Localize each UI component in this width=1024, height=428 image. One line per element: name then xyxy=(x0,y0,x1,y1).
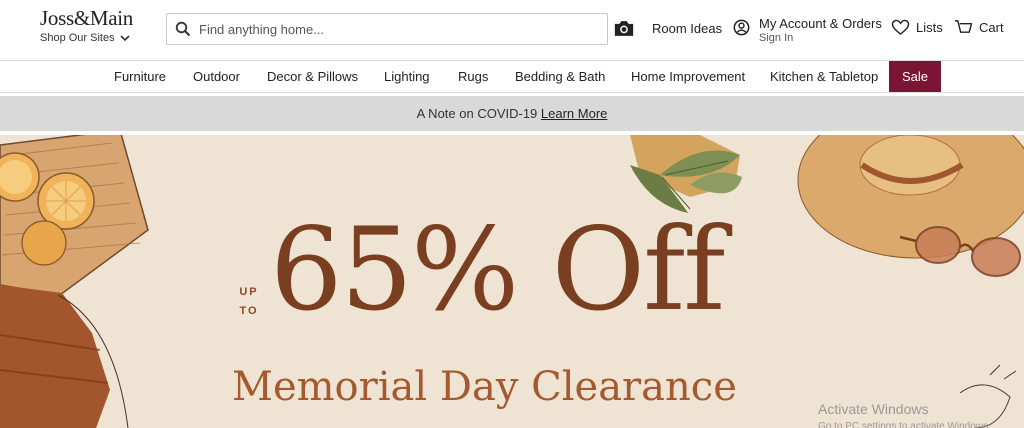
watermark-subtitle: Go to PC settings to activate Windows. xyxy=(818,421,991,428)
nav-sale[interactable]: Sale xyxy=(889,61,941,92)
shop-our-sites-menu[interactable]: Shop Our Sites xyxy=(40,32,130,44)
site-header: Joss&Main Shop Our Sites Room Ideas My A… xyxy=(0,0,1024,60)
up-to-label: UP TO xyxy=(234,283,264,321)
room-ideas-link[interactable]: Room Ideas xyxy=(652,21,722,36)
camera-icon[interactable] xyxy=(612,17,636,39)
nav-bedding-bath[interactable]: Bedding & Bath xyxy=(515,61,605,92)
nav-outdoor[interactable]: Outdoor xyxy=(193,61,240,92)
windows-watermark: Activate Windows Go to PC settings to ac… xyxy=(818,401,991,428)
sign-in-label: Sign In xyxy=(759,32,794,44)
up-to-line-2: TO xyxy=(239,305,259,317)
chevron-down-icon xyxy=(120,34,130,41)
cart-label: Cart xyxy=(979,20,1004,35)
account-icon xyxy=(733,19,750,36)
nav-lighting[interactable]: Lighting xyxy=(384,61,430,92)
cart-icon xyxy=(955,20,973,33)
learn-more-link[interactable]: Learn More xyxy=(541,106,607,121)
up-to-line-1: UP xyxy=(239,286,259,298)
nav-kitchen-tabletop[interactable]: Kitchen & Tabletop xyxy=(770,61,878,92)
search-input[interactable] xyxy=(199,21,579,37)
hero-banner[interactable]: UP TO 65% Off Memorial Day Clearance Act… xyxy=(0,135,1024,428)
lists-link[interactable]: Lists xyxy=(891,19,943,36)
hero-headline: 65% Off xyxy=(270,203,725,336)
logo[interactable]: Joss&Main xyxy=(40,6,133,31)
heart-icon xyxy=(891,19,910,36)
search-icon[interactable] xyxy=(175,21,191,37)
notice-text: A Note on COVID-19 xyxy=(416,106,538,121)
lists-label: Lists xyxy=(916,20,943,35)
hero-subheadline: Memorial Day Clearance xyxy=(232,364,737,410)
account-menu[interactable]: My Account & Orders Sign In xyxy=(733,16,882,45)
cart-link[interactable]: Cart xyxy=(954,19,1004,36)
nav-rugs[interactable]: Rugs xyxy=(458,61,488,92)
account-label: My Account & Orders xyxy=(759,16,882,31)
category-nav: Furniture Outdoor Decor & Pillows Lighti… xyxy=(0,60,1024,93)
covid-notice: A Note on COVID-19 Learn More xyxy=(0,96,1024,131)
nav-home-improvement[interactable]: Home Improvement xyxy=(631,61,745,92)
nav-furniture[interactable]: Furniture xyxy=(114,61,166,92)
watermark-title: Activate Windows xyxy=(818,401,929,417)
search-bar xyxy=(166,13,608,45)
nav-decor-pillows[interactable]: Decor & Pillows xyxy=(267,61,358,92)
shop-our-sites-label: Shop Our Sites xyxy=(40,32,115,44)
